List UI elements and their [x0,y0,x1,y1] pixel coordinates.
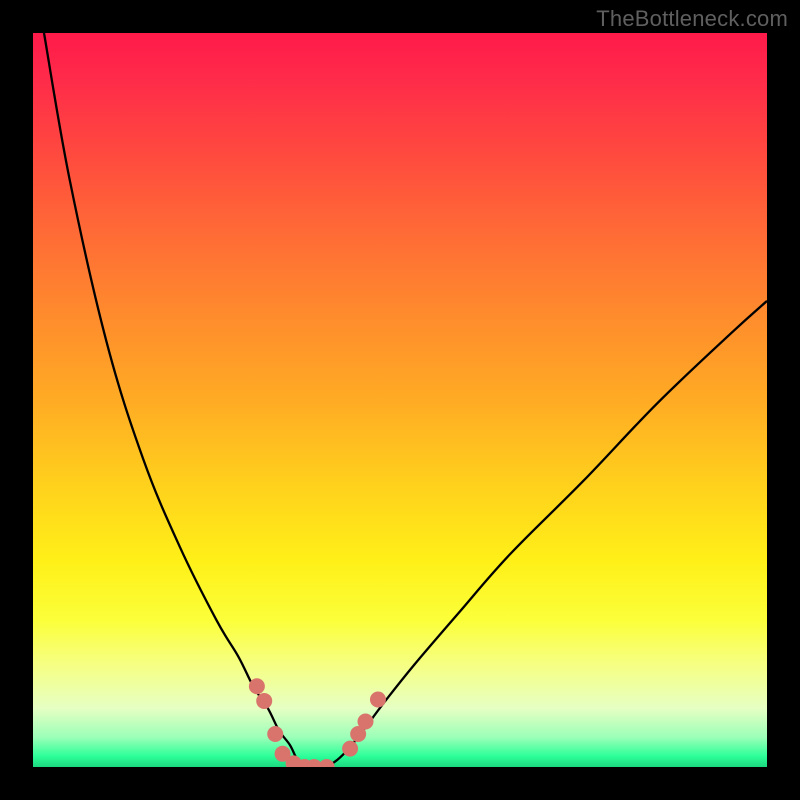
curve-left [44,33,305,767]
marker-dot [358,713,374,729]
marker-dot [256,693,272,709]
watermark: TheBottleneck.com [596,6,788,32]
marker-dot [267,726,283,742]
marker-dot [249,678,265,694]
marker-dot [370,691,386,707]
markers-group [249,678,386,767]
plot-area [33,33,767,767]
curve-right [327,301,767,767]
marker-dot [342,741,358,757]
chart-frame: TheBottleneck.com [0,0,800,800]
marker-dot [319,759,335,767]
plot-svg [33,33,767,767]
